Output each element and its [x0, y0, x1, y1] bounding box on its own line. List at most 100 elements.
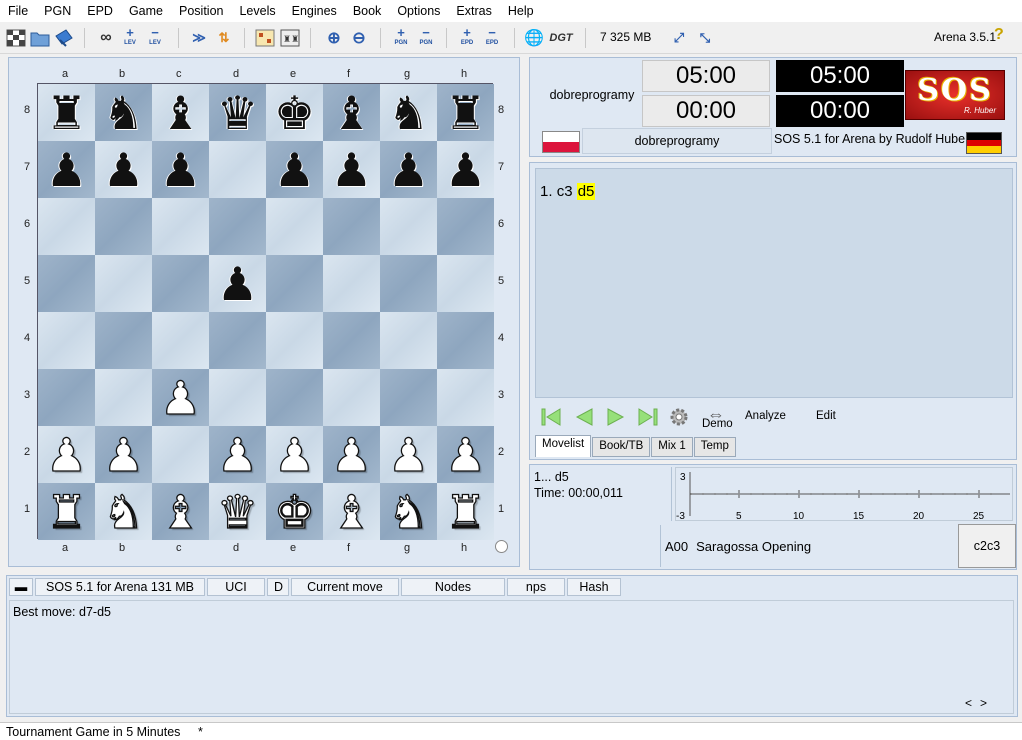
infinite-analysis-icon[interactable]: ∞ — [94, 26, 118, 50]
scroll-left-icon[interactable]: < — [965, 696, 972, 710]
menu-game[interactable]: Game — [121, 0, 171, 22]
help-icon[interactable]: ? — [994, 26, 1008, 46]
square-g6[interactable] — [380, 198, 437, 255]
square-a8[interactable]: ♜ — [38, 84, 95, 141]
white-pawn-icon[interactable]: ♟ — [444, 431, 487, 478]
square-b2[interactable]: ♟ — [95, 426, 152, 483]
menu-options[interactable]: Options — [389, 0, 448, 22]
square-a6[interactable] — [38, 198, 95, 255]
square-a3[interactable] — [38, 369, 95, 426]
square-g8[interactable]: ♞ — [380, 84, 437, 141]
white-bishop-icon[interactable]: ♝ — [159, 488, 202, 535]
square-h1[interactable]: ♜ — [437, 483, 494, 540]
black-bishop-icon[interactable]: ♝ — [160, 90, 201, 136]
square-d8[interactable]: ♛ — [209, 84, 266, 141]
white-knight-icon[interactable]: ♞ — [102, 488, 145, 535]
square-e1[interactable]: ♚ — [266, 483, 323, 540]
square-a4[interactable] — [38, 312, 95, 369]
add-epd-icon[interactable]: + EPD — [455, 26, 479, 50]
square-h2[interactable]: ♟ — [437, 426, 494, 483]
square-h3[interactable] — [437, 369, 494, 426]
black-rook-icon[interactable]: ♜ — [445, 90, 486, 136]
white-move[interactable]: c3 — [557, 183, 573, 200]
engine-window-icon[interactable]: ▬ — [9, 578, 33, 596]
restore-window-icon[interactable]: ⤡ — [693, 26, 717, 50]
menu-epd[interactable]: EPD — [79, 0, 121, 22]
square-b3[interactable] — [95, 369, 152, 426]
square-f6[interactable] — [323, 198, 380, 255]
engine-column-3[interactable]: Current move — [291, 578, 399, 596]
black-king-icon[interactable]: ♚ — [274, 90, 315, 136]
menu-book[interactable]: Book — [345, 0, 390, 22]
square-d5[interactable]: ♟ — [209, 255, 266, 312]
square-b4[interactable] — [95, 312, 152, 369]
square-h8[interactable]: ♜ — [437, 84, 494, 141]
square-e5[interactable] — [266, 255, 323, 312]
next-move-icon[interactable] — [602, 404, 630, 430]
menu-help[interactable]: Help — [500, 0, 542, 22]
square-e7[interactable]: ♟ — [266, 141, 323, 198]
square-a5[interactable] — [38, 255, 95, 312]
white-pawn-icon[interactable]: ♟ — [159, 374, 202, 421]
black-bishop-icon[interactable]: ♝ — [331, 90, 372, 136]
menu-position[interactable]: Position — [171, 0, 231, 22]
engine-column-2[interactable]: D — [267, 578, 289, 596]
square-e3[interactable] — [266, 369, 323, 426]
square-f2[interactable]: ♟ — [323, 426, 380, 483]
first-move-icon[interactable] — [537, 404, 565, 430]
square-a2[interactable]: ♟ — [38, 426, 95, 483]
last-move-icon[interactable] — [634, 404, 662, 430]
tab-mix-1[interactable]: Mix 1 — [651, 437, 693, 457]
white-pawn-icon[interactable]: ♟ — [273, 431, 316, 478]
square-h7[interactable]: ♟ — [437, 141, 494, 198]
black-knight-icon[interactable]: ♞ — [103, 90, 144, 136]
square-f8[interactable]: ♝ — [323, 84, 380, 141]
square-b8[interactable]: ♞ — [95, 84, 152, 141]
square-b1[interactable]: ♞ — [95, 483, 152, 540]
chess-board[interactable]: ♜ ♞ ♝ ♛ ♚ ♝ ♞ ♜ ♟ ♟ ♟ ♟ ♟ ♟ ♟ ♟ ♟ ♟ ♟ ♟ ♟ ♟ ♟ ♟ ♜ ♞ ♝ ♛ ♚ ♝ ♞ ♜ — [37, 83, 494, 540]
new-board-icon[interactable] — [4, 26, 28, 50]
square-f3[interactable] — [323, 369, 380, 426]
square-f4[interactable] — [323, 312, 380, 369]
white-bishop-icon[interactable]: ♝ — [330, 488, 373, 535]
remove-pgn-icon[interactable]: − PGN — [414, 26, 438, 50]
white-pawn-icon[interactable]: ♟ — [387, 431, 430, 478]
square-c7[interactable]: ♟ — [152, 141, 209, 198]
square-h4[interactable] — [437, 312, 494, 369]
zoom-out-icon[interactable]: ⊖ — [347, 26, 371, 50]
white-rook-icon[interactable]: ♜ — [444, 488, 487, 535]
save-icon[interactable] — [52, 26, 76, 50]
black-pawn-icon[interactable]: ♟ — [445, 147, 486, 193]
square-h5[interactable] — [437, 255, 494, 312]
square-f7[interactable]: ♟ — [323, 141, 380, 198]
square-g5[interactable] — [380, 255, 437, 312]
black-pawn-icon[interactable]: ♟ — [388, 147, 429, 193]
square-g4[interactable] — [380, 312, 437, 369]
zoom-in-icon[interactable]: ⊕ — [322, 26, 346, 50]
setup-position-icon[interactable] — [253, 26, 277, 50]
square-c4[interactable] — [152, 312, 209, 369]
square-c8[interactable]: ♝ — [152, 84, 209, 141]
move-list[interactable]: 1. c3 d5 — [535, 168, 1013, 398]
square-c5[interactable] — [152, 255, 209, 312]
current-move[interactable]: d5 — [576, 183, 596, 200]
square-b7[interactable]: ♟ — [95, 141, 152, 198]
square-g1[interactable]: ♞ — [380, 483, 437, 540]
black-pawn-icon[interactable]: ♟ — [160, 147, 201, 193]
square-c2[interactable] — [152, 426, 209, 483]
settings-gear-icon[interactable] — [665, 404, 693, 430]
white-pawn-icon[interactable]: ♟ — [216, 431, 259, 478]
square-e8[interactable]: ♚ — [266, 84, 323, 141]
engine-column-1[interactable]: UCI — [207, 578, 265, 596]
engine-column-5[interactable]: nps — [507, 578, 565, 596]
black-queen-icon[interactable]: ♛ — [217, 90, 258, 136]
white-queen-icon[interactable]: ♛ — [216, 488, 259, 535]
square-a7[interactable]: ♟ — [38, 141, 95, 198]
previous-move-icon[interactable] — [570, 404, 598, 430]
engine-column-4[interactable]: Nodes — [401, 578, 505, 596]
edit-button[interactable]: Edit — [816, 410, 836, 422]
engine-column-6[interactable]: Hash — [567, 578, 621, 596]
black-pawn-icon[interactable]: ♟ — [274, 147, 315, 193]
tab-temp[interactable]: Temp — [693, 437, 736, 457]
square-d1[interactable]: ♛ — [209, 483, 266, 540]
